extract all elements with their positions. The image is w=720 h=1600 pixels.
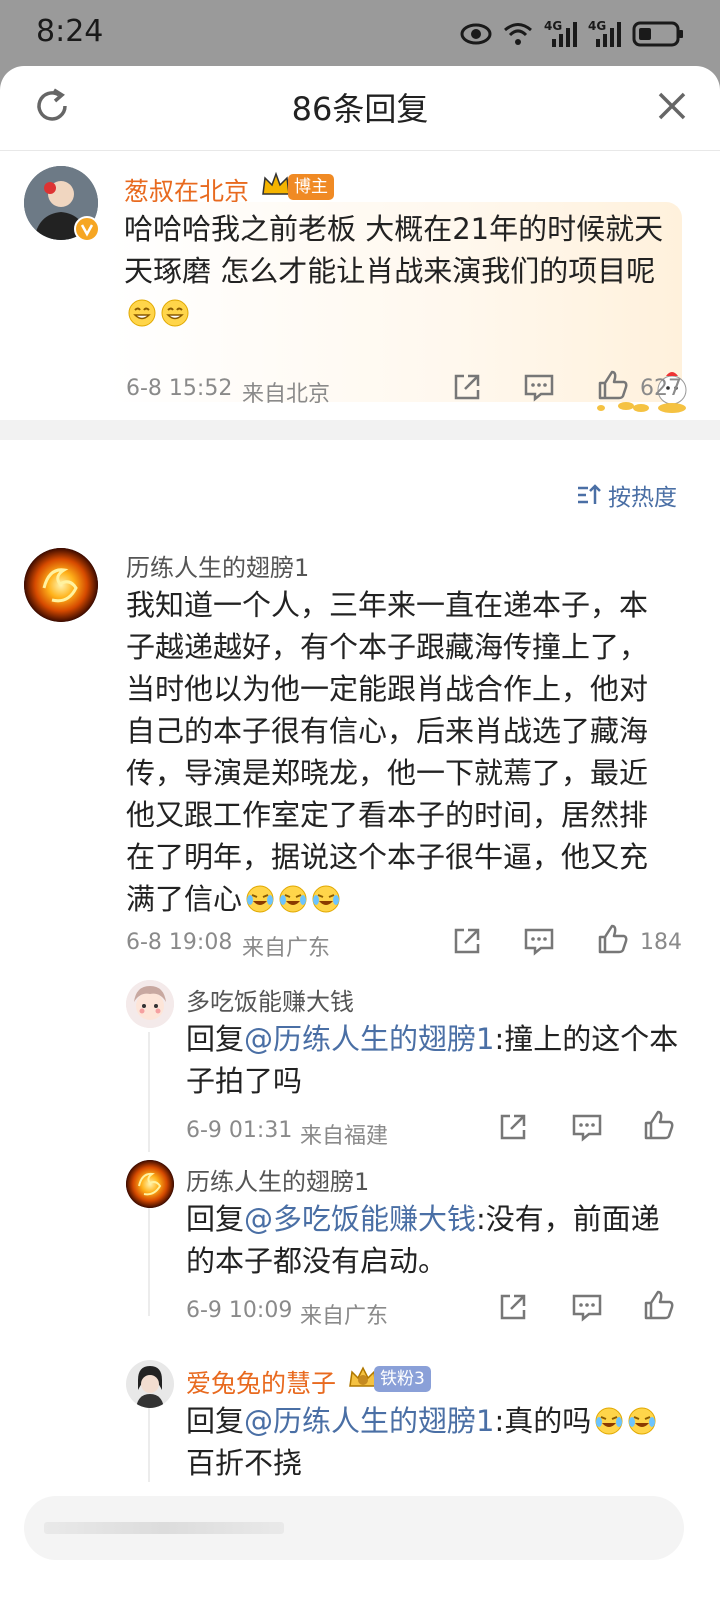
status-icons: 4G 4G bbox=[460, 14, 684, 54]
avatar[interactable] bbox=[24, 548, 98, 622]
comment-icon[interactable] bbox=[522, 370, 556, 404]
author-name[interactable]: 历练人生的翅膀1 bbox=[126, 548, 309, 583]
share-icon[interactable] bbox=[496, 1290, 530, 1324]
comment-icon[interactable] bbox=[570, 1110, 604, 1144]
laugh-cry-emoji-icon bbox=[279, 885, 307, 913]
like-count: 184 bbox=[640, 930, 682, 955]
comment-icon[interactable] bbox=[570, 1290, 604, 1324]
thread-line bbox=[148, 1032, 150, 1152]
thread-line bbox=[148, 1206, 150, 1316]
avatar[interactable] bbox=[126, 1160, 174, 1208]
eye-icon bbox=[460, 23, 492, 45]
like-count: 627 bbox=[640, 376, 682, 401]
comment-text: 哈哈哈我之前老板 大概在21年的时候就天天琢磨 怎么才能让肖战来演我们的项目呢 bbox=[124, 208, 676, 334]
reply-date: 6-9 01:31 bbox=[186, 1118, 293, 1143]
mention-link[interactable]: @多吃饭能赚大钱 bbox=[244, 1202, 476, 1236]
battery-icon bbox=[632, 21, 683, 47]
mention-link[interactable]: @历练人生的翅膀1 bbox=[244, 1022, 494, 1056]
sort-icon bbox=[578, 484, 601, 504]
reply-text: 回复@多吃饭能赚大钱:没有，前面递的本子都没有启动。 bbox=[186, 1202, 660, 1278]
replies-sheet: 86条回复 葱叔在北京 博主 哈哈哈我之前老板 大概在21年的时候就天天琢磨 怎… bbox=[0, 66, 720, 1600]
like-icon[interactable] bbox=[596, 368, 630, 402]
laugh-cry-emoji-icon bbox=[246, 885, 274, 913]
close-icon[interactable] bbox=[652, 86, 692, 126]
author-name[interactable]: 爱兔兔的慧子 bbox=[186, 1364, 336, 1400]
signal-icon: 4G bbox=[588, 19, 622, 49]
signal-icon: 4G bbox=[544, 19, 578, 49]
section-divider bbox=[0, 420, 720, 440]
avatar[interactable] bbox=[126, 980, 174, 1028]
reply-location: 来自福建 bbox=[300, 1124, 389, 1149]
author-name[interactable]: 多吃饭能赚大钱 bbox=[186, 982, 354, 1017]
sheet-header: 86条回复 bbox=[0, 66, 720, 151]
like-icon[interactable] bbox=[596, 922, 630, 956]
avatar[interactable] bbox=[126, 1360, 174, 1408]
mention-link[interactable]: @历练人生的翅膀1 bbox=[244, 1404, 494, 1438]
reply-date: 6-9 10:09 bbox=[186, 1298, 293, 1323]
share-icon[interactable] bbox=[450, 924, 484, 958]
grin-emoji-icon bbox=[128, 299, 156, 327]
laugh-cry-emoji-icon bbox=[312, 885, 340, 913]
comment-date: 6-8 15:52 bbox=[126, 376, 233, 401]
share-icon[interactable] bbox=[450, 370, 484, 404]
status-time: 8:24 bbox=[36, 14, 104, 49]
comment-text: 我知道一个人，三年来一直在递本子，本子越递越好，有个本子跟藏海传撞上了，当时他以… bbox=[126, 588, 649, 916]
verified-icon bbox=[74, 216, 100, 242]
laugh-cry-emoji-icon bbox=[628, 1407, 656, 1435]
status-bar: 8:24 4G 4G bbox=[0, 0, 720, 66]
comment-date: 6-8 19:08 bbox=[126, 930, 233, 955]
reply-text: 回复@历练人生的翅膀1:真的吗 百折不挠 bbox=[186, 1400, 684, 1484]
like-icon[interactable] bbox=[642, 1288, 676, 1322]
laugh-cry-emoji-icon bbox=[595, 1407, 623, 1435]
wifi-icon bbox=[504, 23, 532, 45]
sort-toggle[interactable]: 按热度 bbox=[576, 480, 677, 511]
reply-location: 来自广东 bbox=[300, 1304, 389, 1329]
like-icon[interactable] bbox=[642, 1108, 676, 1142]
comment-icon[interactable] bbox=[522, 924, 556, 958]
share-icon[interactable] bbox=[496, 1110, 530, 1144]
comment-location: 来自广东 bbox=[242, 936, 331, 961]
blogger-badge: 博主 bbox=[288, 174, 334, 200]
grin-emoji-icon bbox=[161, 299, 189, 327]
sheet-title: 86条回复 bbox=[291, 90, 429, 128]
fan-badge: 铁粉3 bbox=[374, 1366, 431, 1392]
sort-label: 按热度 bbox=[608, 485, 677, 511]
author-name[interactable]: 历练人生的翅膀1 bbox=[186, 1162, 369, 1197]
reply-text: 回复@历练人生的翅膀1:撞上的这个本子拍了吗 bbox=[186, 1022, 679, 1098]
reply-input[interactable] bbox=[24, 1496, 684, 1560]
comment-location: 来自北京 bbox=[242, 382, 331, 407]
input-placeholder-bar bbox=[44, 1522, 284, 1534]
